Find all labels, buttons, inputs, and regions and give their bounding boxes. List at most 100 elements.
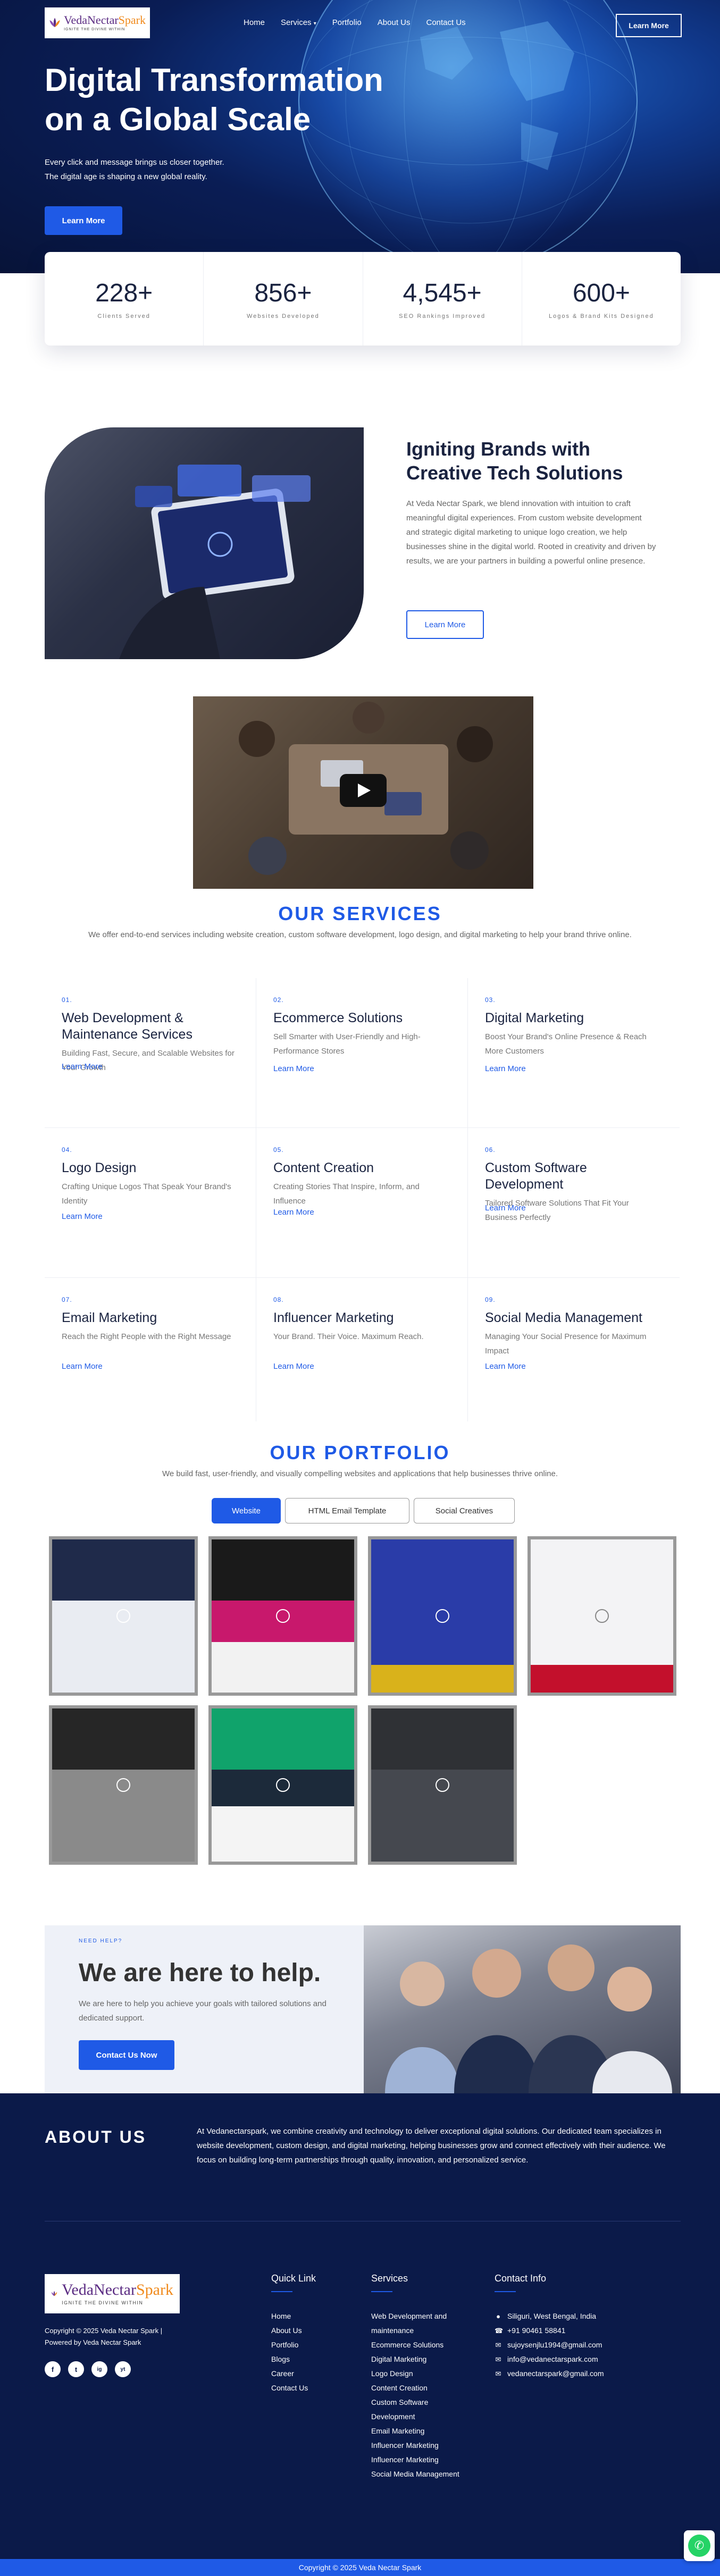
igniting-learn-more-button[interactable]: Learn More [406, 610, 484, 639]
hero-text: Every click and message brings us closer… [45, 155, 289, 184]
service-card: 09. Social Media Management Managing Your … [468, 1278, 680, 1421]
whatsapp-icon: ✆ [688, 2535, 710, 2557]
contact-us-now-button[interactable]: Contact Us Now [79, 2040, 174, 2070]
footer-service-link[interactable]: Social Media Management [371, 2467, 467, 2481]
instagram-icon[interactable]: ig [91, 2361, 107, 2377]
stat-value: 228+ [95, 279, 153, 307]
zoom-icon [436, 1778, 449, 1792]
quick-link-item[interactable]: About Us [271, 2324, 308, 2338]
stat-websites: 856+ Websites Developed [204, 252, 363, 346]
service-learn-more-link[interactable]: Learn More [485, 1064, 526, 1073]
tablet-dashboard-image [45, 427, 364, 659]
header-learn-more-button[interactable]: Learn More [616, 14, 682, 37]
footer-service-link[interactable]: Email Marketing [371, 2424, 467, 2438]
service-desc: Reach the Right People with the Right Me… [62, 1332, 231, 1341]
service-learn-more-link[interactable]: Learn More [62, 1212, 103, 1221]
service-title: Content Creation [273, 1160, 374, 1175]
zoom-icon [276, 1609, 290, 1623]
services-subtitle: We offer end-to-end services including w… [88, 930, 632, 939]
service-title: Custom Software Development [485, 1160, 587, 1192]
contact-email-3[interactable]: ✉ vedanectarspark@gmail.com [495, 2367, 604, 2381]
service-title: Web Development & Maintenance Services [62, 1011, 192, 1042]
portfolio-thumbnail[interactable] [368, 1705, 517, 1865]
service-desc: Your Brand. Their Voice. Maximum Reach. [273, 1332, 424, 1341]
twitter-icon[interactable]: t [68, 2361, 84, 2377]
quick-link-item[interactable]: Contact Us [271, 2381, 308, 2395]
header-logo[interactable]: VedaNectarSpark IGNITE THE DIVINE WITHIN [45, 7, 150, 38]
footer-service-link[interactable]: Logo Design [371, 2367, 467, 2381]
service-card: 06. Custom Software Development Tailored S… [468, 1128, 680, 1278]
team-meeting-video[interactable] [193, 696, 533, 889]
services-links: Web Development and maintenance Ecommerce… [371, 2309, 467, 2481]
service-learn-more-link[interactable]: Learn More [273, 1208, 314, 1217]
service-learn-more-link[interactable]: Learn More [273, 1362, 314, 1371]
igniting-brands-title: Igniting Brands with Creative Tech Solut… [406, 438, 623, 484]
chevron-down-icon: ▾ [313, 21, 316, 27]
zoom-icon [595, 1609, 609, 1623]
footer-service-link[interactable]: Custom Software Development [371, 2395, 467, 2424]
service-learn-more-link[interactable]: Learn More [485, 1362, 526, 1371]
nav-about-us[interactable]: About Us [378, 18, 411, 27]
quick-link-item[interactable]: Blogs [271, 2352, 308, 2367]
facebook-icon[interactable]: f [45, 2361, 61, 2377]
service-learn-more-link[interactable]: Learn More [273, 1064, 314, 1073]
nav-portfolio[interactable]: Portfolio [332, 18, 362, 27]
service-card: 01. Web Development & Maintenance Service… [45, 978, 256, 1128]
stat-label: Logos & Brand Kits Designed [549, 313, 654, 319]
footer-logo[interactable]: VedaNectarSpark IGNITE THE DIVINE WITHIN [45, 2274, 180, 2313]
nav-services[interactable]: Services ▾ [281, 18, 316, 27]
quick-links: Home About Us Portfolio Blogs Career Contact … [271, 2309, 308, 2395]
contact-address-text: Siliguri, West Bengal, India [507, 2312, 597, 2320]
portfolio-thumbnail[interactable] [208, 1705, 357, 1865]
main-nav: Home Services ▾ Portfolio About Us Conta… [244, 18, 466, 27]
service-number: 07. [62, 1296, 72, 1303]
nav-home[interactable]: Home [244, 18, 265, 27]
service-learn-more-link[interactable]: Learn More [485, 1203, 526, 1213]
services-col-underline [371, 2291, 392, 2292]
service-title: Ecommerce Solutions [273, 1011, 403, 1025]
service-number: 01. [62, 996, 72, 1004]
service-card: 07. Email Marketing Reach the Right People… [45, 1278, 256, 1421]
youtube-icon[interactable]: yt [115, 2361, 131, 2377]
whatsapp-button[interactable]: ✆ [684, 2530, 715, 2561]
footer-service-link[interactable]: Ecommerce Solutions [371, 2338, 467, 2352]
stat-label: Websites Developed [247, 313, 320, 319]
service-desc: Crafting Unique Logos That Speak Your Br… [62, 1182, 231, 1206]
tab-html-email-template[interactable]: HTML Email Template [285, 1498, 409, 1523]
hero-text-line2: The digital age is shaping a new global … [45, 172, 207, 181]
nav-contact-us[interactable]: Contact Us [426, 18, 465, 27]
tab-social-creatives[interactable]: Social Creatives [414, 1498, 515, 1523]
envelope-icon: ✉ [495, 2355, 501, 2363]
footer-service-link[interactable]: Digital Marketing [371, 2352, 467, 2367]
footer-service-link[interactable]: Web Development and maintenance [371, 2309, 467, 2338]
service-desc: Sell Smarter with User-Friendly and High… [273, 1032, 421, 1056]
play-button[interactable] [340, 774, 387, 807]
service-card: 05. Content Creation Creating Stories That… [256, 1128, 468, 1278]
portfolio-thumbnail[interactable] [49, 1705, 198, 1865]
portfolio-thumbnail[interactable] [368, 1536, 517, 1696]
service-number: 05. [273, 1146, 284, 1154]
logo-name-part1: VedaNectar [62, 2281, 136, 2299]
service-card: 02. Ecommerce Solutions Sell Smarter with … [256, 978, 468, 1128]
quick-link-item[interactable]: Home [271, 2309, 308, 2324]
location-pin-icon: ● [496, 2312, 500, 2320]
contact-email-1[interactable]: ✉ sujoysenjlu1994@gmail.com [495, 2338, 604, 2352]
contact-email-2[interactable]: ✉ info@vedanectarspark.com [495, 2352, 604, 2367]
contact-phone[interactable]: ☎ +91 90461 58841 [495, 2324, 604, 2338]
service-number: 09. [485, 1296, 496, 1303]
portfolio-thumbnail[interactable] [528, 1536, 676, 1696]
portfolio-thumbnail[interactable] [208, 1536, 357, 1696]
service-learn-more-link[interactable]: Learn More [62, 1362, 103, 1371]
footer-service-link[interactable]: Influencer Marketing [371, 2453, 467, 2467]
hero-learn-more-button[interactable]: Learn More [45, 206, 122, 235]
service-learn-more-link[interactable]: Learn More [62, 1062, 103, 1071]
contact-info: ● Siliguri, West Bengal, India ☎ +91 90461… [495, 2309, 604, 2381]
tab-website[interactable]: Website [212, 1498, 281, 1523]
quick-link-item[interactable]: Career [271, 2367, 308, 2381]
quick-link-item[interactable]: Portfolio [271, 2338, 308, 2352]
footer-service-link[interactable]: Content Creation [371, 2381, 467, 2395]
contact-email-text: info@vedanectarspark.com [507, 2355, 598, 2363]
service-card: 04. Logo Design Crafting Unique Logos That… [45, 1128, 256, 1278]
footer-service-link[interactable]: Influencer Marketing [371, 2438, 467, 2453]
portfolio-thumbnail[interactable] [49, 1536, 198, 1696]
